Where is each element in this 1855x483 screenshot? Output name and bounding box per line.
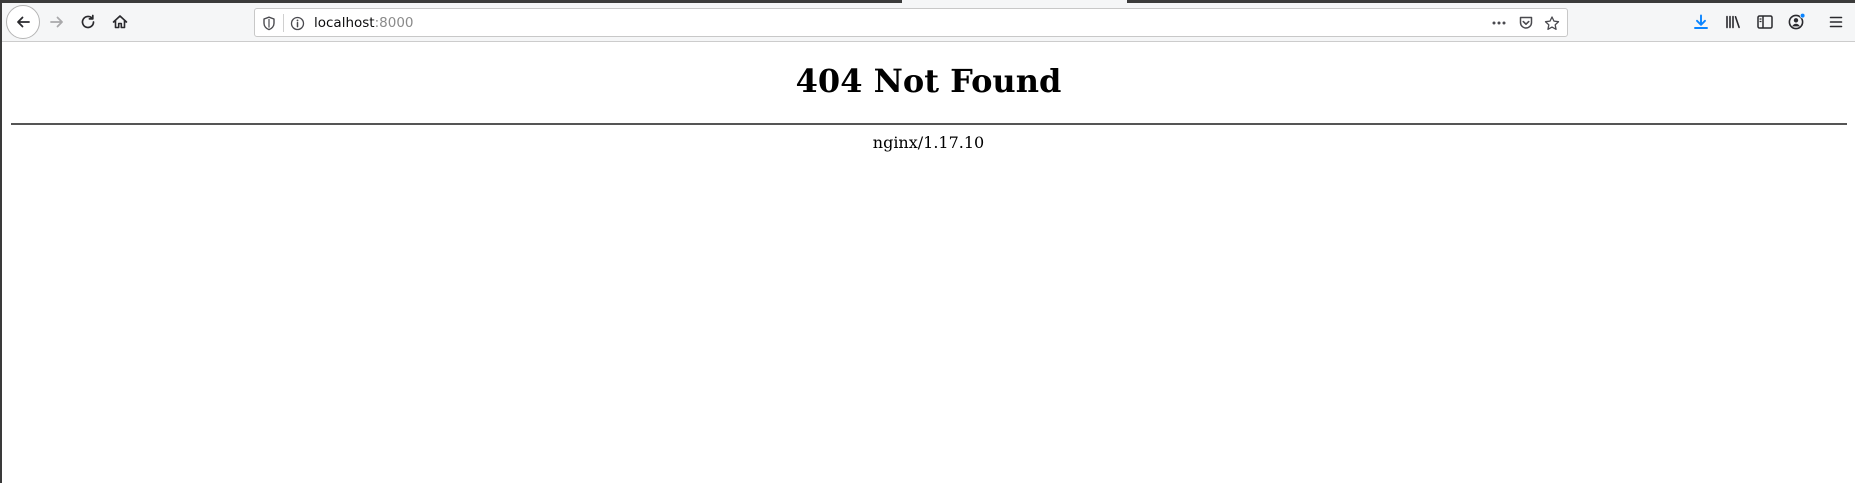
more-dots-icon[interactable] [1491,15,1507,31]
pocket-icon[interactable] [1518,15,1534,31]
home-icon [111,13,129,31]
horizontal-rule [11,123,1847,125]
arrow-left-icon [14,13,32,31]
url-host: localhost [314,15,375,31]
back-button[interactable] [6,5,40,39]
page-content: 404 Not Found nginx/1.17.10 [2,42,1855,483]
navigation-toolbar: localhost:8000 [2,3,1855,42]
star-icon[interactable] [1544,15,1560,31]
library-button[interactable] [1718,7,1748,37]
url-text[interactable]: localhost:8000 [314,14,414,32]
url-divider [283,14,284,32]
url-port: :8000 [374,15,414,31]
account-icon [1787,12,1807,32]
downloads-button[interactable] [1686,7,1716,37]
browser-window: localhost:8000 404 Not Found nginx/1.17.… [0,0,1855,483]
hamburger-menu-icon [1827,13,1845,31]
info-icon[interactable] [289,15,305,31]
menu-button[interactable] [1821,7,1851,37]
account-button[interactable] [1782,7,1812,37]
sidebar-icon [1756,13,1774,31]
arrow-right-icon [48,13,66,31]
shield-icon[interactable] [261,15,277,31]
download-icon [1692,13,1710,31]
reload-icon [79,13,97,31]
server-signature: nginx/1.17.10 [872,133,985,152]
page-heading: 404 Not Found [795,62,1062,100]
address-bar[interactable]: localhost:8000 [254,8,1568,37]
reload-button[interactable] [73,7,103,37]
forward-button[interactable] [42,7,72,37]
home-button[interactable] [105,7,135,37]
library-icon [1724,13,1742,31]
sidebar-button[interactable] [1750,7,1780,37]
